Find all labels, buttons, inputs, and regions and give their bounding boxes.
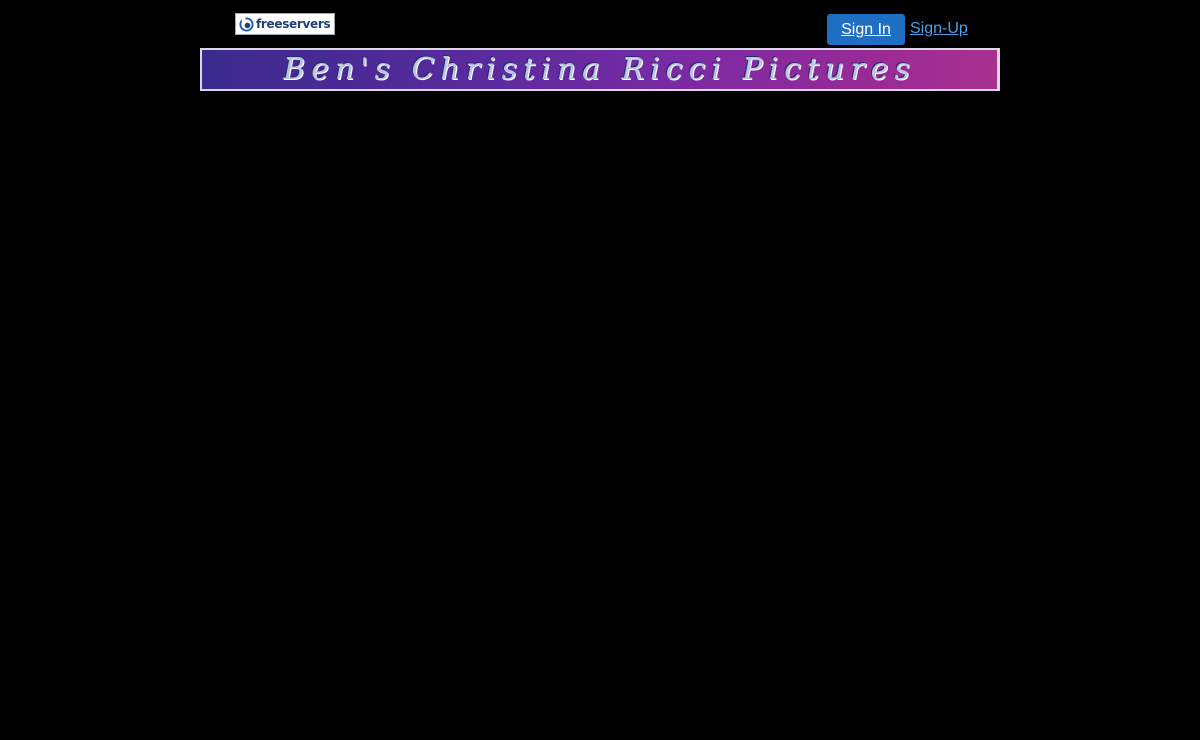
freeservers-logo[interactable]: freeservers xyxy=(235,13,335,35)
site-banner: Ben's Christina Ricci Pictures xyxy=(200,48,1000,91)
page: freeservers Sign In Sign-Up Ben's Christ… xyxy=(0,0,1200,740)
freeservers-eye-icon xyxy=(239,16,254,32)
banner-title: Ben's Christina Ricci Pictures xyxy=(283,52,916,87)
logo-text: freeservers xyxy=(256,17,331,31)
sign-up-link[interactable]: Sign-Up xyxy=(910,19,968,39)
sign-in-button[interactable]: Sign In xyxy=(827,14,905,45)
